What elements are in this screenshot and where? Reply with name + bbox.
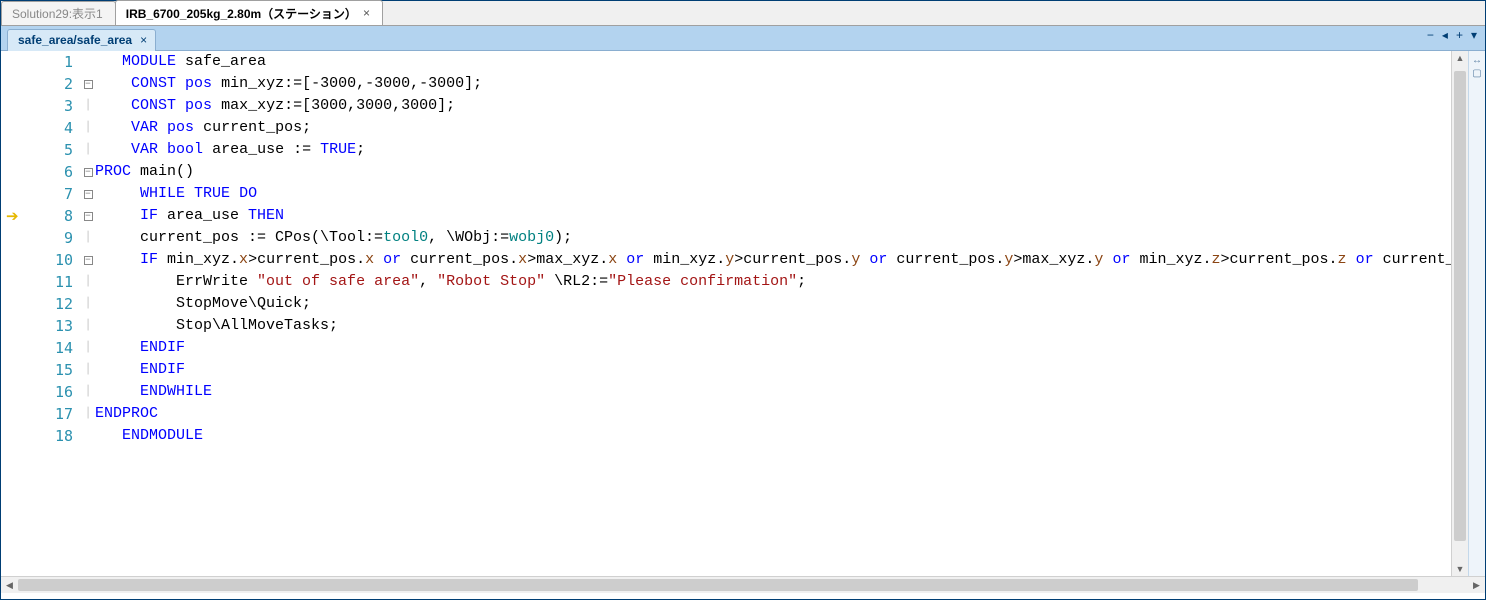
- fold-marker: │: [81, 139, 95, 161]
- zoom-out-icon[interactable]: ◂: [1440, 28, 1450, 42]
- line-number: 12: [29, 293, 73, 315]
- line-number: 13: [29, 315, 73, 337]
- fold-marker: [81, 51, 95, 73]
- code-line[interactable]: ENDIF: [95, 359, 1451, 381]
- code-line[interactable]: WHILE TRUE DO: [95, 183, 1451, 205]
- code-line[interactable]: CONST pos max_xyz:=[3000,3000,3000];: [95, 95, 1451, 117]
- line-number: 8: [29, 205, 73, 227]
- fold-marker: │: [81, 403, 95, 425]
- code-line[interactable]: CONST pos min_xyz:=[-3000,-3000,-3000];: [95, 73, 1451, 95]
- line-number: 4: [29, 117, 73, 139]
- fold-marker: │: [81, 117, 95, 139]
- fold-collapse-icon[interactable]: −: [84, 168, 93, 177]
- split-icon[interactable]: ↔: [1472, 55, 1482, 66]
- expand-icon[interactable]: ▢: [1472, 68, 1481, 79]
- line-number: 3: [29, 95, 73, 117]
- fold-marker[interactable]: −: [81, 161, 95, 183]
- code-line[interactable]: ENDWHILE: [95, 381, 1451, 403]
- document-tab-label: safe_area/safe_area: [18, 33, 132, 47]
- fold-collapse-icon[interactable]: −: [84, 80, 93, 89]
- horizontal-scroll-thumb[interactable]: [18, 579, 1418, 591]
- line-number: 11: [29, 271, 73, 293]
- fold-marker: │: [81, 381, 95, 403]
- scroll-left-icon[interactable]: ◀: [1, 580, 18, 591]
- horizontal-scrollbar[interactable]: ◀ ▶: [1, 576, 1485, 593]
- line-number: 7: [29, 183, 73, 205]
- code-editor[interactable]: ➔ 123456789101112131415161718 −│││−−−│−│…: [1, 51, 1485, 576]
- line-number: 14: [29, 337, 73, 359]
- code-line[interactable]: VAR pos current_pos;: [95, 117, 1451, 139]
- line-number: 10: [29, 249, 73, 271]
- fold-marker: │: [81, 293, 95, 315]
- fold-collapse-icon[interactable]: −: [84, 256, 93, 265]
- horizontal-scroll-track[interactable]: [18, 577, 1468, 593]
- fold-collapse-icon[interactable]: −: [84, 212, 93, 221]
- code-line[interactable]: IF min_xyz.x>current_pos.x or current_po…: [95, 249, 1451, 271]
- line-number: 16: [29, 381, 73, 403]
- line-number: 17: [29, 403, 73, 425]
- line-number-gutter: 123456789101112131415161718: [29, 51, 81, 576]
- code-line[interactable]: IF area_use THEN: [95, 205, 1451, 227]
- code-line[interactable]: ErrWrite "out of safe area", "Robot Stop…: [95, 271, 1451, 293]
- scroll-up-icon[interactable]: ▲: [1452, 53, 1468, 63]
- code-area[interactable]: MODULE safe_area CONST pos min_xyz:=[-30…: [95, 51, 1451, 576]
- vertical-scroll-thumb[interactable]: [1454, 71, 1466, 541]
- close-icon[interactable]: ×: [140, 33, 147, 47]
- fold-marker: │: [81, 337, 95, 359]
- outer-tab[interactable]: Solution29:表示1: [1, 1, 116, 25]
- fold-gutter: −│││−−−│−│││││││: [81, 51, 95, 576]
- minimize-icon[interactable]: −: [1425, 28, 1436, 42]
- line-number: 1: [29, 51, 73, 73]
- outer-tab-strip: Solution29:表示1 IRB_6700_205kg_2.80m（ステーショ…: [1, 1, 1485, 26]
- code-line[interactable]: VAR bool area_use := TRUE;: [95, 139, 1451, 161]
- scroll-down-icon[interactable]: ▼: [1452, 564, 1468, 574]
- document-tab[interactable]: safe_area/safe_area ×: [7, 29, 156, 51]
- fold-marker: [81, 425, 95, 447]
- side-widget: ↔ ▢: [1468, 51, 1485, 576]
- vertical-scrollbar[interactable]: ▲ ▼: [1451, 51, 1468, 576]
- code-line[interactable]: ENDMODULE: [95, 425, 1451, 447]
- outer-tab-label: IRB_6700_205kg_2.80m（ステーション）: [126, 5, 357, 22]
- fold-marker[interactable]: −: [81, 73, 95, 95]
- code-line[interactable]: ENDIF: [95, 337, 1451, 359]
- fold-marker: │: [81, 227, 95, 249]
- scroll-right-icon[interactable]: ▶: [1468, 580, 1485, 591]
- fold-marker: │: [81, 95, 95, 117]
- code-line[interactable]: StopMove\Quick;: [95, 293, 1451, 315]
- line-number: 6: [29, 161, 73, 183]
- execution-pointer-icon: ➔: [6, 207, 19, 225]
- line-number: 5: [29, 139, 73, 161]
- line-number: 15: [29, 359, 73, 381]
- fold-marker[interactable]: −: [81, 205, 95, 227]
- outer-tab-label: Solution29:表示1: [12, 5, 103, 22]
- close-icon[interactable]: ×: [363, 6, 370, 20]
- tab-bar-controls: − ◂ + ▾: [1425, 28, 1479, 42]
- fold-marker: │: [81, 315, 95, 337]
- code-line[interactable]: current_pos := CPos(\Tool:=tool0, \WObj:…: [95, 227, 1451, 249]
- line-number: 9: [29, 227, 73, 249]
- fold-marker[interactable]: −: [81, 183, 95, 205]
- fold-marker: │: [81, 271, 95, 293]
- code-line[interactable]: ENDPROC: [95, 403, 1451, 425]
- code-line[interactable]: Stop\AllMoveTasks;: [95, 315, 1451, 337]
- code-line[interactable]: PROC main(): [95, 161, 1451, 183]
- fold-marker[interactable]: −: [81, 249, 95, 271]
- tab-menu-icon[interactable]: ▾: [1469, 28, 1479, 42]
- fold-collapse-icon[interactable]: −: [84, 190, 93, 199]
- execution-gutter: ➔: [1, 51, 29, 576]
- zoom-in-icon[interactable]: +: [1454, 28, 1465, 42]
- line-number: 2: [29, 73, 73, 95]
- document-tab-bar: safe_area/safe_area × − ◂ + ▾: [1, 26, 1485, 51]
- fold-marker: │: [81, 359, 95, 381]
- line-number: 18: [29, 425, 73, 447]
- code-line[interactable]: MODULE safe_area: [95, 51, 1451, 73]
- outer-tab-active[interactable]: IRB_6700_205kg_2.80m（ステーション） ×: [115, 0, 383, 25]
